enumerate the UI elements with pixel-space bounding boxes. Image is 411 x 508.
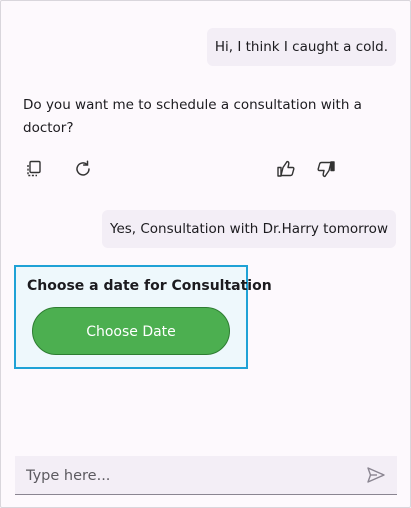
user-message-text: Hi, I think I caught a cold. (214, 39, 388, 55)
chat-window: Hi, I think I caught a cold. Do you want… (0, 0, 411, 508)
bot-message-text: Do you want me to schedule a consultatio… (23, 97, 362, 136)
card-title: Choose a date for Consultation (27, 278, 272, 294)
refresh-icon[interactable] (73, 159, 93, 179)
thumbs-up-icon[interactable] (276, 159, 296, 179)
user-message-bubble: Hi, I think I caught a cold. (206, 28, 396, 66)
choose-date-button[interactable]: Choose Date (32, 307, 230, 355)
message-input[interactable] (24, 456, 358, 496)
user-message-text: Yes, Consultation with Dr.Harry tomorrow (109, 221, 388, 237)
date-picker-card: Choose a date for Consultation Choose Da… (14, 265, 272, 369)
user-message-bubble: Yes, Consultation with Dr.Harry tomorrow (101, 210, 396, 248)
send-icon[interactable] (366, 465, 386, 485)
copy-icon[interactable] (24, 159, 44, 179)
thumbs-down-icon[interactable] (316, 159, 336, 179)
message-composer (15, 456, 397, 496)
